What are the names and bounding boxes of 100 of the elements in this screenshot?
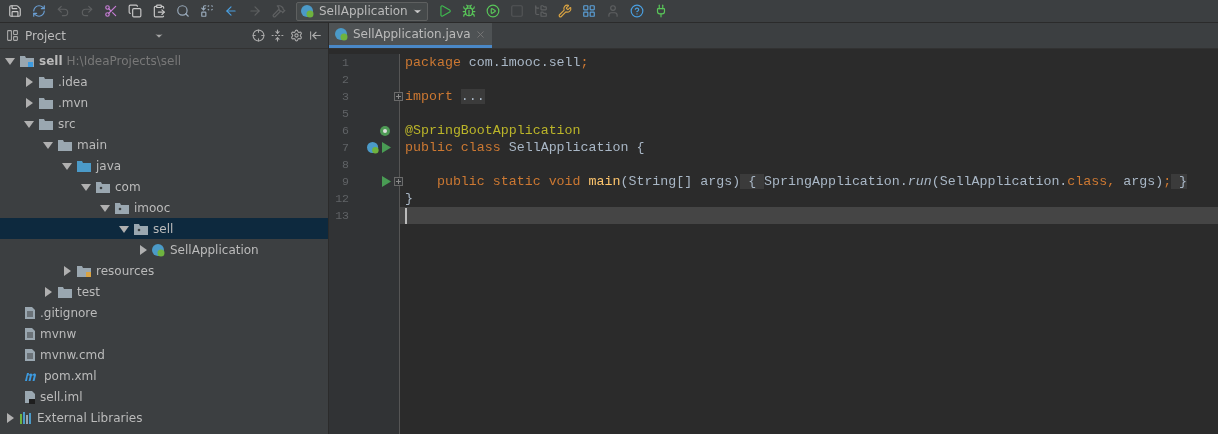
collapse-icon[interactable]	[271, 29, 284, 42]
libraries-icon	[19, 410, 33, 425]
tree-item-label: .mvn	[58, 95, 89, 110]
module-file-icon	[24, 389, 36, 404]
wrench-icon	[557, 4, 572, 18]
folder-icon	[38, 74, 54, 89]
code-line: @SpringBootApplication	[405, 122, 581, 139]
tree-item[interactable]: test	[0, 281, 328, 302]
code-line: public class SellApplication {	[405, 139, 645, 156]
save-icon	[8, 4, 22, 18]
spring-class-icon	[335, 27, 349, 41]
help-icon	[629, 4, 644, 18]
project-folder-icon	[19, 53, 35, 68]
tree-item[interactable]: SellApplication	[0, 239, 328, 260]
collapsed-arrow-icon[interactable]	[24, 97, 34, 108]
tree-item[interactable]: .gitignore	[0, 302, 328, 323]
project-path: H:\IdeaProjects\sell	[66, 53, 182, 68]
tree-item-label: com	[115, 179, 141, 194]
spring-class-icon	[152, 242, 166, 257]
settings-icon[interactable]	[290, 29, 303, 42]
tree-item-label: mvnw.cmd	[40, 347, 105, 362]
locate-icon[interactable]	[252, 29, 265, 42]
tree-item[interactable]: sell H:\IdeaProjects\sell	[0, 50, 328, 71]
copy-icon	[128, 4, 142, 18]
package-folder-icon	[114, 200, 130, 215]
editor-tab[interactable]: SellApplication.java	[329, 23, 492, 48]
tree-item[interactable]: mvnw.cmd	[0, 344, 328, 365]
fold-toggle-icon[interactable]	[394, 92, 403, 101]
tree-item[interactable]: sell	[0, 218, 328, 239]
hide-icon[interactable]	[309, 29, 322, 42]
file-icon	[24, 326, 36, 341]
tree-item[interactable]: .idea	[0, 71, 328, 92]
folder-icon	[38, 116, 54, 131]
tree-item-label: pom.xml	[44, 368, 97, 383]
source-folder-icon	[76, 158, 92, 173]
tree-item-label: test	[77, 284, 101, 299]
code-line: public static void main(String[] args) { SpringApplication.run(SellApplication.class, args); }	[435, 173, 1188, 190]
tree-item[interactable]: sell.iml	[0, 386, 328, 407]
redo-icon	[80, 4, 94, 18]
run-icon[interactable]	[382, 142, 391, 153]
expanded-arrow-icon[interactable]	[100, 202, 110, 213]
folder-icon	[38, 95, 54, 110]
tree-item-label: mvnw	[40, 326, 77, 341]
spring-class-icon	[301, 4, 315, 18]
code-line: import ...	[405, 88, 485, 105]
tree-item[interactable]: src	[0, 113, 328, 134]
fold-toggle-icon[interactable]	[394, 177, 403, 186]
file-icon	[24, 305, 36, 320]
tree-item-label: .gitignore	[40, 305, 98, 320]
folder-icon	[57, 137, 73, 152]
expanded-arrow-icon[interactable]	[119, 223, 129, 234]
text-cursor	[405, 207, 407, 224]
collapsed-arrow-icon[interactable]	[5, 412, 15, 423]
tree-item[interactable]: com	[0, 176, 328, 197]
spring-class-icon	[367, 141, 380, 154]
undo-icon	[56, 4, 70, 18]
project-panel-icon	[6, 29, 19, 42]
expanded-arrow-icon[interactable]	[81, 181, 91, 192]
package-folder-icon	[95, 179, 111, 194]
tree-item[interactable]: main	[0, 134, 328, 155]
package-folder-icon	[133, 221, 149, 236]
expanded-arrow-icon[interactable]	[62, 160, 72, 171]
folder-icon	[57, 284, 73, 299]
expanded-arrow-icon[interactable]	[24, 118, 34, 129]
tree-item[interactable]: mvnw	[0, 323, 328, 344]
tree-item-label: sell.iml	[40, 389, 83, 404]
run-icon	[437, 4, 452, 18]
tree-item[interactable]: External Libraries	[0, 407, 328, 428]
tree-item[interactable]: .mvn	[0, 92, 328, 113]
structure-icon	[533, 4, 548, 18]
sync-icon	[32, 4, 46, 18]
tree-item[interactable]: pom.xml	[0, 365, 328, 386]
collapsed-arrow-icon[interactable]	[62, 265, 72, 276]
coverage-icon	[485, 4, 500, 18]
tree-item-label: src	[58, 116, 76, 131]
expanded-arrow-icon[interactable]	[5, 55, 15, 66]
tree-item[interactable]: resources	[0, 260, 328, 281]
person-icon	[605, 4, 620, 18]
run-configuration-dropdown[interactable]: SellApplication	[296, 1, 428, 21]
panel-title[interactable]: Project	[25, 28, 67, 43]
search-icon	[176, 4, 190, 18]
scissors-icon	[104, 4, 118, 18]
code-line: package com.imooc.sell;	[405, 54, 589, 71]
run-icon[interactable]	[382, 176, 391, 187]
tree-item-label: main	[77, 137, 107, 152]
back-arrow-icon	[224, 4, 238, 18]
tree-item[interactable]: java	[0, 155, 328, 176]
collapsed-arrow-icon[interactable]	[24, 76, 34, 87]
collapsed-arrow-icon[interactable]	[138, 244, 148, 255]
bean-icon[interactable]	[379, 124, 391, 137]
collapsed-arrow-icon[interactable]	[43, 286, 53, 297]
tree-item[interactable]: imooc	[0, 197, 328, 218]
hammer-icon	[272, 4, 286, 18]
tree-item-label: imooc	[134, 200, 171, 215]
replace-icon	[200, 4, 214, 18]
file-icon	[24, 347, 36, 362]
tree-item-label: .idea	[58, 74, 88, 89]
tree-item-label: sell	[153, 221, 174, 236]
project-structure-icon	[581, 4, 596, 18]
expanded-arrow-icon[interactable]	[43, 139, 53, 150]
